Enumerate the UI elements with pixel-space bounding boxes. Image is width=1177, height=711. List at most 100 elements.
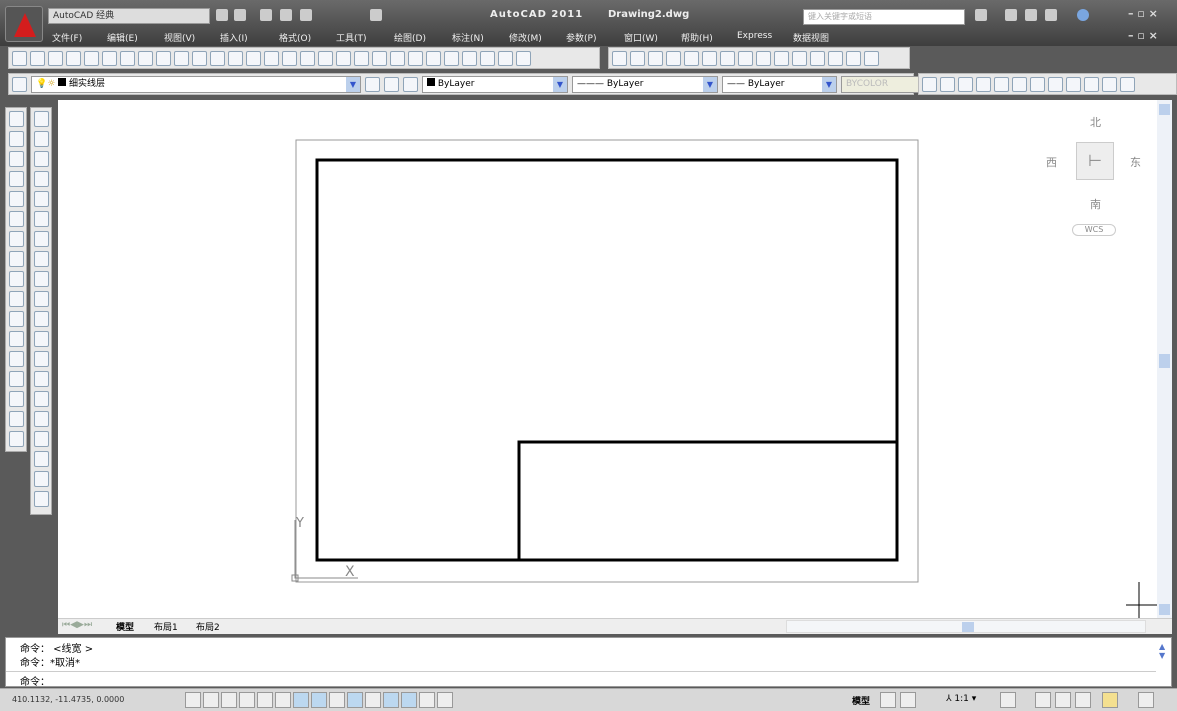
drafting-toggle-icon[interactable]	[221, 692, 237, 708]
draw-icon[interactable]	[33, 211, 49, 227]
exchange-icon[interactable]	[1025, 9, 1037, 21]
tool-icon[interactable]	[426, 50, 441, 66]
communication-icon[interactable]	[1005, 9, 1017, 21]
draw-icon[interactable]	[33, 311, 49, 327]
modify-icon[interactable]	[8, 291, 24, 307]
viewcube[interactable]: 北 南 东 西 ⊢ WCS	[1038, 110, 1148, 240]
menu-item[interactable]: 工具(T)	[336, 31, 367, 44]
draw-icon[interactable]	[33, 471, 49, 487]
scroll-thumb[interactable]	[1159, 354, 1170, 368]
dimension-icon[interactable]	[1120, 76, 1135, 92]
dimension-icon[interactable]	[922, 76, 937, 92]
dimension-icon[interactable]	[1048, 76, 1063, 92]
modify-icon[interactable]	[8, 231, 24, 247]
tool-icon[interactable]	[210, 50, 225, 66]
tool-icon[interactable]	[318, 50, 333, 66]
menu-item[interactable]: 视图(V)	[164, 31, 195, 44]
tool-icon[interactable]	[480, 50, 495, 66]
drafting-toggle-icon[interactable]	[275, 692, 291, 708]
dimension-icon[interactable]	[684, 50, 699, 66]
horizontal-scrollbar[interactable]	[786, 620, 1146, 633]
vertical-scrollbar[interactable]	[1157, 100, 1172, 620]
viewcube-east[interactable]: 东	[1130, 154, 1141, 170]
tool-icon[interactable]	[246, 50, 261, 66]
tool-icon[interactable]	[516, 50, 531, 66]
drafting-toggle-icon[interactable]	[239, 692, 255, 708]
tool-icon[interactable]	[66, 50, 81, 66]
viewcube-west[interactable]: 西	[1046, 154, 1057, 170]
dimension-icon[interactable]	[1012, 76, 1027, 92]
modify-icon[interactable]	[8, 311, 24, 327]
dimension-icon[interactable]	[702, 50, 717, 66]
modify-icon[interactable]	[8, 411, 24, 427]
tool-icon[interactable]	[84, 50, 99, 66]
menu-item[interactable]: 格式(O)	[279, 31, 311, 44]
save-icon[interactable]	[260, 9, 272, 21]
dimension-icon[interactable]	[1030, 76, 1045, 92]
quick-view-layouts-icon[interactable]	[880, 692, 896, 708]
modify-icon[interactable]	[8, 171, 24, 187]
menu-item[interactable]: 参数(P)	[566, 31, 596, 44]
modify-icon[interactable]	[8, 431, 24, 447]
annotation-visibility-icon[interactable]	[1000, 692, 1016, 708]
saveas-icon[interactable]	[280, 9, 292, 21]
tool-icon[interactable]	[498, 50, 513, 66]
menu-item[interactable]: 帮助(H)	[681, 31, 713, 44]
favorites-icon[interactable]	[1045, 9, 1057, 21]
drafting-toggle-icon[interactable]	[257, 692, 273, 708]
draw-icon[interactable]	[33, 331, 49, 347]
dimension-icon[interactable]	[648, 50, 663, 66]
tool-icon[interactable]	[156, 50, 171, 66]
tool-icon[interactable]	[444, 50, 459, 66]
tool-icon[interactable]	[264, 50, 279, 66]
dimension-icon[interactable]	[774, 50, 789, 66]
application-menu-button[interactable]	[5, 6, 43, 42]
drafting-toggle-icon[interactable]	[437, 692, 453, 708]
draw-icon[interactable]	[33, 271, 49, 287]
tool-icon[interactable]	[138, 50, 153, 66]
tool-icon[interactable]	[102, 50, 117, 66]
command-scrollbar[interactable]: ▲ ▼	[1159, 642, 1169, 670]
viewcube-north[interactable]: 北	[1090, 114, 1101, 130]
annotation-scale[interactable]: ⅄ 1:1 ▾	[946, 694, 976, 704]
tool-icon[interactable]	[228, 50, 243, 66]
draw-icon[interactable]	[33, 231, 49, 247]
menu-item[interactable]: 修改(M)	[509, 31, 542, 44]
scroll-thumb[interactable]	[962, 622, 974, 632]
dimension-icon[interactable]	[976, 76, 991, 92]
modify-icon[interactable]	[8, 271, 24, 287]
tool-icon[interactable]	[372, 50, 387, 66]
draw-icon[interactable]	[33, 431, 49, 447]
dimension-icon[interactable]	[792, 50, 807, 66]
modify-icon[interactable]	[8, 371, 24, 387]
quick-view-drawings-icon[interactable]	[900, 692, 916, 708]
new-icon[interactable]	[216, 9, 228, 21]
tool-icon[interactable]	[12, 50, 27, 66]
drafting-toggle-icon[interactable]	[365, 692, 381, 708]
modify-icon[interactable]	[8, 391, 24, 407]
tool-icon[interactable]	[120, 50, 135, 66]
draw-icon[interactable]	[33, 391, 49, 407]
modify-icon[interactable]	[8, 191, 24, 207]
modify-icon[interactable]	[8, 211, 24, 227]
dimension-icon[interactable]	[846, 50, 861, 66]
draw-icon[interactable]	[33, 251, 49, 267]
modify-icon[interactable]	[8, 251, 24, 267]
dimension-icon[interactable]	[828, 50, 843, 66]
wcs-menu[interactable]: WCS	[1072, 224, 1116, 236]
draw-icon[interactable]	[33, 411, 49, 427]
help-icon[interactable]	[1077, 9, 1089, 21]
dimension-icon[interactable]	[738, 50, 753, 66]
draw-icon[interactable]	[33, 191, 49, 207]
dimension-icon[interactable]	[1066, 76, 1081, 92]
drafting-toggle-icon[interactable]	[329, 692, 345, 708]
draw-icon[interactable]	[33, 291, 49, 307]
dimension-icon[interactable]	[1102, 76, 1117, 92]
tab-model[interactable]: 模型	[116, 620, 134, 633]
modify-icon[interactable]	[8, 131, 24, 147]
color-dropdown[interactable]: ByLayer ▼	[422, 75, 568, 93]
dimension-icon[interactable]	[630, 50, 645, 66]
lock-icon[interactable]	[1055, 692, 1071, 708]
modify-icon[interactable]	[8, 351, 24, 367]
dimension-icon[interactable]	[612, 50, 627, 66]
